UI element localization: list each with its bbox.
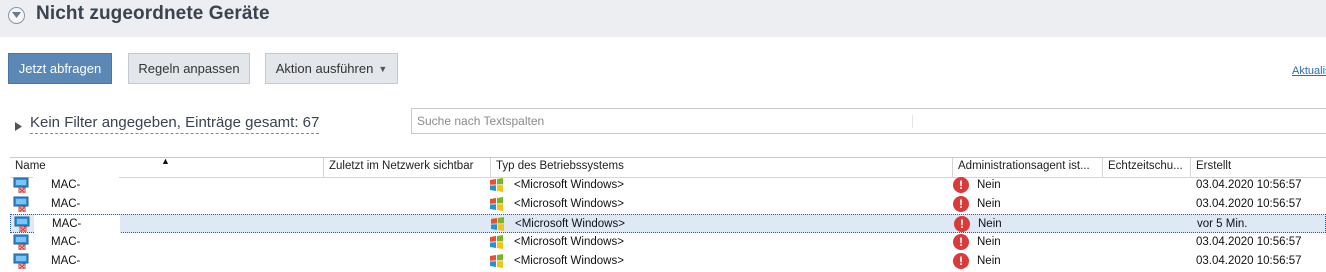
header-bar: Nicht zugeordnete Geräte (0, 0, 1326, 37)
windows-logo-icon (489, 235, 504, 252)
caret-down-icon: ▼ (378, 63, 388, 74)
windows-logo-icon (489, 254, 504, 271)
computer-unassigned-icon (13, 196, 29, 215)
search-input[interactable]: Suche nach Textspalten (411, 108, 1326, 134)
column-header-realtime[interactable]: Echtzeitschu... (1103, 158, 1191, 177)
windows-logo-icon (489, 197, 504, 214)
agent-status: Nein (978, 218, 1002, 230)
os-type: <Microsoft Windows> (514, 198, 624, 210)
table-row[interactable]: MAC- <Microsoft Windows>! Nein 03.04.2020 1… (10, 176, 1326, 195)
device-name: MAC- (52, 218, 82, 230)
device-name: MAC- (51, 179, 81, 191)
column-header-name[interactable]: Name ▲ (10, 158, 324, 177)
created-date: 03.04.2020 10:56:57 (1196, 198, 1302, 210)
agent-status: Nein (977, 236, 1001, 248)
table-row[interactable]: MAC- <Microsoft Windows>! Nein 03.04.2020 1… (10, 195, 1326, 214)
perform-action-label: Aktion ausführen (275, 61, 374, 76)
table-row[interactable]: MAC- <Microsoft Windows>! Nein 03.04.2020 1… (10, 233, 1326, 252)
error-exclamation-icon: ! (953, 177, 969, 193)
os-type: <Microsoft Windows> (514, 255, 624, 267)
sort-ascending-icon: ▲ (161, 158, 170, 166)
device-name: MAC- (51, 236, 81, 248)
page-title: Nicht zugeordnete Geräte (36, 3, 270, 24)
table-row[interactable]: MAC- <Microsoft Windows>! Nein 03.04.2020 1… (10, 252, 1326, 271)
created-date: vor 5 Min. (1197, 218, 1248, 230)
created-date: 03.04.2020 10:56:57 (1196, 255, 1302, 267)
agent-status: Nein (977, 198, 1001, 210)
adjust-rules-button[interactable]: Regeln anpassen (128, 53, 250, 84)
os-type: <Microsoft Windows> (514, 236, 624, 248)
device-name: MAC- (51, 198, 81, 210)
error-exclamation-icon: ! (953, 234, 969, 250)
column-header-agent[interactable]: Administrationsagent ist... (953, 158, 1103, 177)
agent-status: Nein (977, 179, 1001, 191)
computer-unassigned-icon (13, 177, 29, 196)
column-header-created[interactable]: Erstellt (1191, 158, 1326, 177)
created-date: 03.04.2020 10:56:57 (1196, 236, 1302, 248)
search-divider (912, 115, 913, 128)
query-now-button[interactable]: Jetzt abfragen (8, 53, 112, 84)
error-exclamation-icon: ! (953, 196, 969, 212)
computer-unassigned-icon (13, 253, 29, 272)
os-type: <Microsoft Windows> (514, 179, 624, 191)
triangle-right-icon[interactable] (15, 118, 22, 136)
os-type: <Microsoft Windows> (515, 218, 625, 230)
chevron-down-icon[interactable] (8, 7, 25, 24)
windows-logo-icon (490, 217, 505, 234)
table-row[interactable]: MAC- <Microsoft Windows>! Nein vor 5 Min. (10, 214, 1326, 234)
column-header-label: Name (15, 160, 46, 172)
agent-status: Nein (977, 255, 1001, 267)
error-exclamation-icon: ! (953, 253, 969, 269)
computer-unassigned-icon (13, 234, 29, 253)
created-date: 03.04.2020 10:56:57 (1196, 179, 1302, 191)
filter-summary[interactable]: Kein Filter angegeben, Einträge gesamt: … (30, 114, 320, 134)
search-placeholder: Suche nach Textspalten (417, 114, 545, 128)
error-exclamation-icon: ! (954, 216, 970, 232)
perform-action-button[interactable]: Aktion ausführen ▼ (265, 53, 398, 84)
table-header: Name ▲ Zuletzt im Netzwerk sichtbar Typ … (10, 157, 1326, 178)
column-header-last-seen[interactable]: Zuletzt im Netzwerk sichtbar (324, 158, 491, 177)
refresh-link[interactable]: Aktualisieren (1292, 65, 1326, 77)
device-name: MAC- (51, 255, 81, 267)
windows-logo-icon (489, 178, 504, 195)
column-header-os-type[interactable]: Typ des Betriebssystems (491, 158, 953, 177)
